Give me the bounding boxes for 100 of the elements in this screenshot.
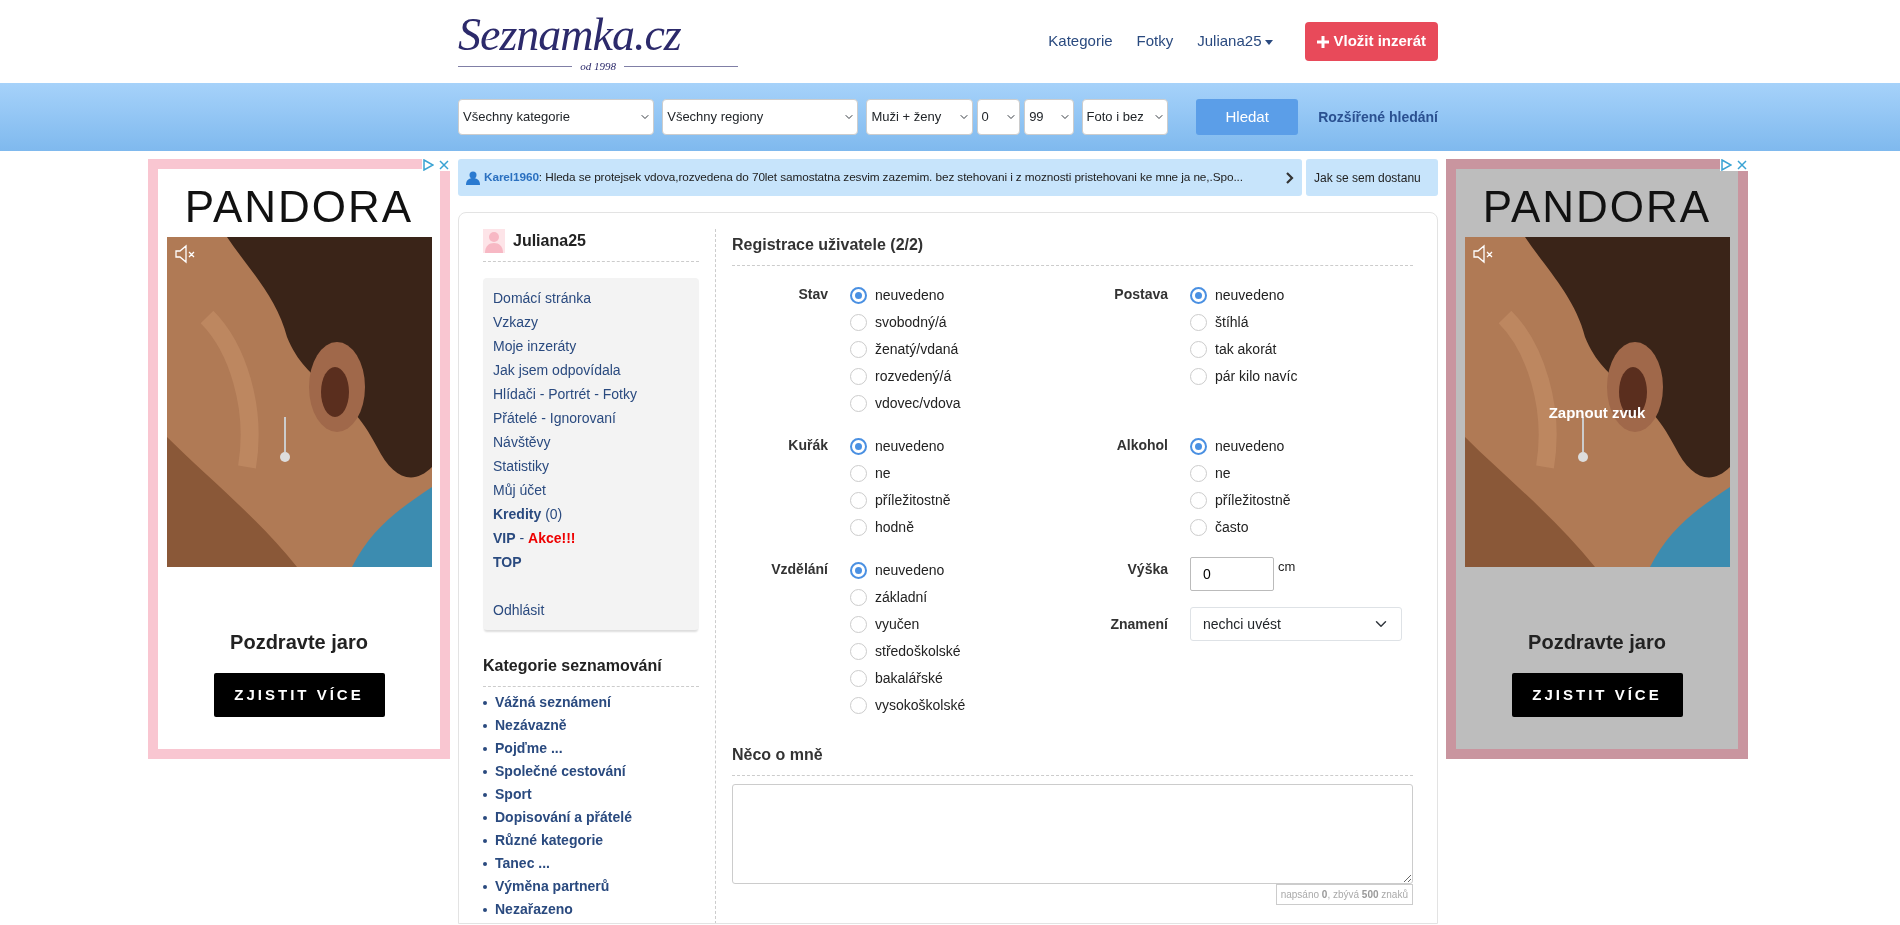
radio-button[interactable]	[1190, 492, 1207, 509]
menu-link[interactable]: Moje inzeráty	[493, 334, 689, 358]
radio-option[interactable]: tak akorát	[1190, 336, 1298, 363]
post-ad-button[interactable]: Vložit inzerát	[1305, 22, 1438, 61]
radio-option[interactable]: příležitostně	[850, 487, 951, 514]
advanced-search-link[interactable]: Rozšířené hledání	[1318, 106, 1438, 128]
radio-option[interactable]: středoškolské	[850, 638, 966, 665]
filter-select[interactable]: 0	[976, 99, 1021, 135]
ad-choices-icon[interactable]	[422, 159, 434, 171]
category-link[interactable]: Dopisování a přátelé	[495, 806, 632, 829]
radio-option[interactable]: příležitostně	[1190, 487, 1291, 514]
user-dropdown[interactable]: Juliana25	[1197, 30, 1274, 53]
ad-banner[interactable]: PANDORA Pozdravte jaro ZJISTIT VÍCE	[148, 159, 450, 759]
category-link[interactable]: Nezávazně	[495, 714, 567, 737]
radio-button[interactable]	[1190, 314, 1207, 331]
close-icon[interactable]	[438, 159, 450, 171]
radio-button[interactable]	[1190, 438, 1207, 455]
filter-select[interactable]: 99	[1024, 99, 1074, 135]
radio-option[interactable]: hodně	[850, 514, 951, 541]
category-link[interactable]: Sport	[495, 783, 532, 806]
menu-link[interactable]: TOP	[493, 550, 689, 574]
height-input[interactable]: 0	[1190, 557, 1274, 591]
radio-button[interactable]	[850, 314, 867, 331]
menu-link[interactable]: Návštěvy	[493, 430, 689, 454]
radio-option[interactable]: ne	[1190, 460, 1291, 487]
radio-button[interactable]	[850, 395, 867, 412]
menu-link[interactable]: Domácí stránka	[493, 286, 689, 310]
radio-button[interactable]	[850, 589, 867, 606]
menu-link[interactable]: Hlídači - Portrét - Fotky	[493, 382, 689, 406]
radio-option[interactable]: ženatý/vdaná	[850, 336, 961, 363]
sign-select[interactable]: nechci uvést	[1190, 607, 1402, 641]
ticker-bar[interactable]: Karel1960: Hleda se protejsek vdova,rozvedena do 70let samostatna zesvim zazemim. bez stehovani i z moznosti pristehovani ke mne ja ne,.Spo...	[458, 159, 1302, 196]
radio-option[interactable]: štíhlá	[1190, 309, 1298, 336]
menu-link[interactable]: Vzkazy	[493, 310, 689, 334]
radio-option[interactable]: neuvedeno	[1190, 433, 1291, 460]
menu-link[interactable]: Statistiky	[493, 454, 689, 478]
radio-option[interactable]: neuvedeno	[1190, 282, 1298, 309]
ad-choices-icon[interactable]	[1720, 159, 1732, 171]
help-link[interactable]: Jak se sem dostanu	[1306, 159, 1438, 196]
category-link[interactable]: Vážná seznámení	[495, 691, 611, 714]
section-title: Registrace uživatele (2/2)	[732, 233, 1413, 266]
menu-link[interactable]: Jak jsem odpovídala	[493, 358, 689, 382]
radio-option[interactable]: pár kilo navíc	[1190, 363, 1298, 390]
category-link[interactable]: Výměna partnerů	[495, 875, 610, 898]
radio-button[interactable]	[1190, 368, 1207, 385]
radio-button[interactable]	[850, 697, 867, 714]
radio-option[interactable]: neuvedeno	[850, 282, 961, 309]
sound-hint[interactable]: Zapnout zvuk	[1464, 402, 1730, 425]
cta-button[interactable]: ZJISTIT VÍCE	[213, 673, 385, 717]
mute-icon[interactable]	[1471, 244, 1494, 264]
menu-link[interactable]: Přátelé - Ignorovaní	[493, 406, 689, 430]
menu-link[interactable]: Můj účet	[493, 478, 689, 502]
category-link[interactable]: Nezařazeno	[495, 898, 573, 921]
radio-button[interactable]	[1190, 341, 1207, 358]
logo[interactable]: Seznamka.cz	[458, 12, 738, 59]
radio-option[interactable]: často	[1190, 514, 1291, 541]
category-link[interactable]: Různé kategorie	[495, 829, 604, 852]
radio-button[interactable]	[850, 616, 867, 633]
radio-option[interactable]: svobodný/á	[850, 309, 961, 336]
radio-button[interactable]	[850, 438, 867, 455]
category-link[interactable]: Pojďme ...	[495, 737, 563, 760]
radio-option[interactable]: ne	[850, 460, 951, 487]
radio-button[interactable]	[850, 287, 867, 304]
radio-option[interactable]: bakalářské	[850, 665, 966, 692]
radio-option[interactable]: vyučen	[850, 611, 966, 638]
radio-option[interactable]: vysokoškolské	[850, 692, 966, 719]
cta-button[interactable]: ZJISTIT VÍCE	[1511, 673, 1683, 717]
close-icon[interactable]	[1736, 159, 1748, 171]
filter-select[interactable]: Všechny regiony	[662, 99, 859, 135]
ad-banner[interactable]: PANDORA Zapnout zvuk Pozdravte jaro ZJISTIT VÍCE	[1446, 159, 1748, 759]
mute-icon[interactable]	[173, 244, 196, 264]
filter-select[interactable]: Muži + ženy	[866, 99, 973, 135]
filter-select[interactable]: Všechny kategorie	[458, 99, 655, 135]
radio-button[interactable]	[850, 368, 867, 385]
category-link[interactable]: Společné cestování	[495, 760, 626, 783]
radio-button[interactable]	[1190, 519, 1207, 536]
radio-button[interactable]	[850, 465, 867, 482]
radio-button[interactable]	[850, 492, 867, 509]
radio-option[interactable]: neuvedeno	[850, 557, 966, 584]
filter-select[interactable]: Foto i bez	[1081, 99, 1169, 135]
radio-option[interactable]: neuvedeno	[850, 433, 951, 460]
radio-option[interactable]: základní	[850, 584, 966, 611]
radio-button[interactable]	[850, 341, 867, 358]
nav-link[interactable]: Kategorie	[1048, 30, 1113, 53]
menu-link[interactable]: Kredity (0)	[493, 502, 689, 526]
radio-option[interactable]: vdovec/vdova	[850, 390, 961, 417]
menu-link[interactable]: Odhlásit	[493, 574, 689, 622]
radio-button[interactable]	[1190, 465, 1207, 482]
radio-button[interactable]	[850, 519, 867, 536]
radio-button[interactable]	[850, 562, 867, 579]
character-counter: napsáno 0, zbývá 500 znaků	[1275, 884, 1413, 905]
nav-link[interactable]: Fotky	[1136, 30, 1174, 53]
radio-option[interactable]: rozvedený/á	[850, 363, 961, 390]
chevron-right-icon[interactable]	[1286, 171, 1294, 184]
radio-button[interactable]	[1190, 287, 1207, 304]
category-link[interactable]: Tanec ...	[495, 852, 550, 875]
radio-button[interactable]	[850, 670, 867, 687]
menu-link[interactable]: VIP - Akce!!!	[493, 526, 689, 550]
radio-button[interactable]	[850, 643, 867, 660]
about-textarea[interactable]	[732, 784, 1413, 884]
